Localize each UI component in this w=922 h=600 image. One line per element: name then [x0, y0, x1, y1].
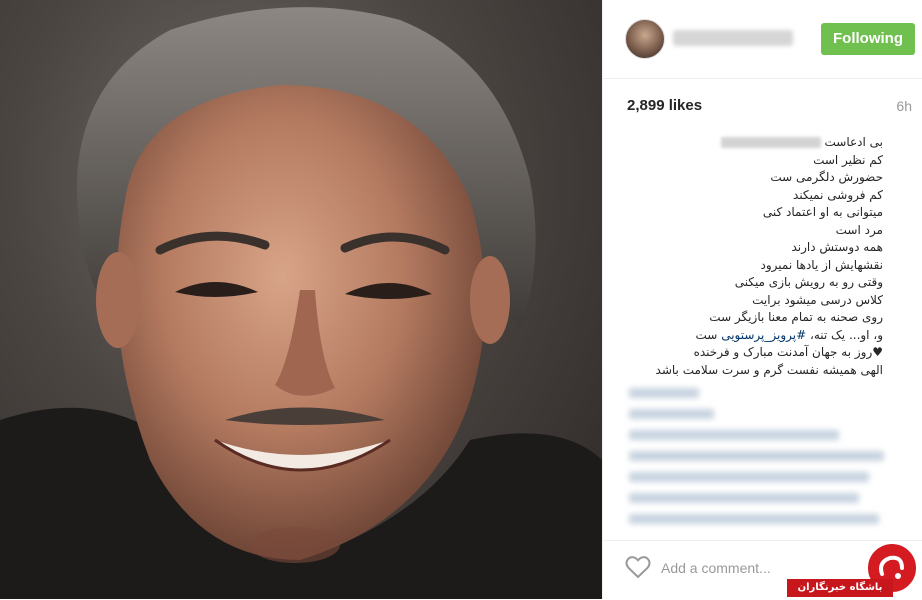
avatar[interactable]	[625, 19, 665, 59]
blurred-row	[629, 388, 699, 398]
caption-text: و، او... یک تنه،	[809, 327, 883, 342]
watermark-label: باشگاه خبرنگاران	[787, 579, 893, 597]
caption-line: وقتی رو به رویش بازی میکنی	[734, 275, 883, 289]
post-photo[interactable]	[0, 0, 602, 599]
following-button[interactable]: Following	[821, 23, 915, 55]
mention-blurred[interactable]	[720, 137, 821, 149]
blurred-row	[629, 430, 839, 440]
blurred-row	[629, 451, 884, 461]
likes-count[interactable]: 2,899 likes	[627, 97, 702, 114]
caption-line: و، او... یک تنه، #پرویز_پرستویی ست	[623, 327, 883, 345]
blurred-row	[629, 409, 714, 419]
caption-text: بی ادعاست	[824, 135, 884, 149]
watermark: باشگاه خبرنگاران	[787, 541, 922, 599]
caption-line: مرد است	[835, 222, 883, 237]
portrait-image	[0, 7, 602, 599]
caption-line: روی صحنه به تمام معنا بازیگر ست	[709, 310, 883, 324]
caption-line: همه دوستش دارند	[791, 240, 883, 254]
hashtag-link[interactable]: #پرویز_پرستویی	[721, 328, 806, 342]
caption-line: نقشهایش از یادها نمیرود	[760, 257, 884, 272]
username-blurred[interactable]	[673, 30, 793, 46]
blurred-hashtags	[629, 388, 889, 535]
caption-line: ♥روز به جهان آمدنت مبارک و فرخنده	[693, 345, 883, 359]
caption-line: کلاس درسی میشود برایت	[752, 292, 883, 307]
blurred-row	[629, 493, 859, 503]
post-sidebar: Following 2,899 likes 6h بی ادعاست کم نظ…	[602, 0, 922, 599]
blurred-row	[629, 514, 879, 524]
blurred-row	[629, 472, 869, 482]
heart-outline-icon[interactable]	[625, 555, 651, 579]
caption-line: الهی همیشه نفست گرم و سرت سلامت باشد	[655, 362, 883, 377]
post-header: Following	[603, 0, 922, 79]
caption-text: ست	[695, 327, 718, 342]
caption-line: کم نظیر است	[813, 152, 883, 167]
post-caption: بی ادعاست کم نظیر است حضورش دلگرمی ست کم…	[623, 134, 883, 379]
caption-line: کم فروشی نمیکند	[793, 187, 883, 202]
caption-line: بی ادعاست	[623, 134, 883, 152]
post-time[interactable]: 6h	[896, 98, 912, 114]
caption-line: میتوانی به او اعتماد کنی	[762, 205, 883, 219]
caption-line: حضورش دلگرمی ست	[770, 170, 883, 184]
